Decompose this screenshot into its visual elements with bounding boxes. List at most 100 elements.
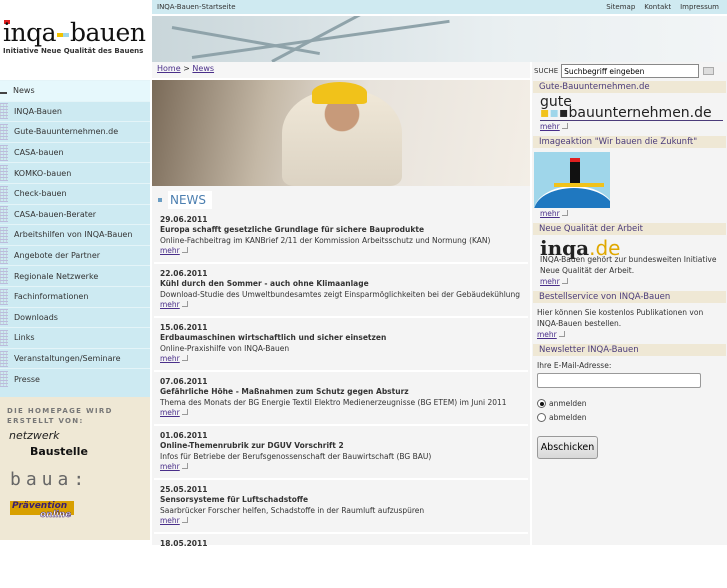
news-summary: Online-Praxishilfe von INQA-Bauen [160,344,290,353]
sidebar-item[interactable]: Fachinformationen [0,285,150,307]
sidebar-item[interactable]: Arbeitshilfen von INQA-Bauen [0,224,150,245]
sidebar-item[interactable]: News [0,80,150,101]
radio-unchecked-icon[interactable] [537,413,546,422]
arrow-icon [181,301,188,307]
subscribe-label: anmelden [549,399,587,408]
grip-icon [0,247,8,264]
partners-box: DIE HOMEPAGE WIRD ERSTELLT VON: netzwerk… [0,397,150,540]
sidebar-item[interactable]: Gute-Bauunternehmen.de [0,121,150,142]
sidebar-item-label: Links [14,333,35,343]
news-more-link[interactable]: mehr [160,462,188,471]
sidebar-item-label: News [13,86,35,96]
image-box-title: Imageaktion "Wir bauen die Zukunft" [533,136,726,148]
grip-icon [0,350,8,367]
news-item: 29.06.2011 Europa schafft gesetzliche Gr… [154,210,528,264]
sidebar-item[interactable]: Links [0,327,150,348]
sidebar-item-label: Arbeitshilfen von INQA-Bauen [14,230,133,240]
news-date: 01.06.2011 [160,431,208,440]
imageaktion-image[interactable] [534,152,610,208]
right-sidebar: SUCHE Gute-Bauunternehmen.de gute ▪▪▪bau… [532,62,727,545]
netzwerk-baustelle-logo-text[interactable]: Baustelle [30,445,88,458]
news-item: 25.05.2011 Sensorsysteme für Luftschadst… [154,480,528,534]
sidebar-item[interactable]: Regionale Netzwerke [0,265,150,286]
news-heading: NEWS [152,190,530,210]
news-more-link[interactable]: mehr [160,246,188,255]
order-more-link[interactable]: mehr [537,330,565,339]
grip-icon [0,226,8,243]
baua-logo[interactable]: baua: [10,469,89,490]
breadcrumb: Home > News [152,62,530,78]
grip-icon [0,268,8,285]
sidebar-item-label: KOMKO-bauen [14,168,72,178]
email-input[interactable] [537,373,701,388]
sidebar-item-label: Angebote der Partner [14,251,101,261]
news-date: 15.06.2011 [160,323,208,332]
grip-icon [0,165,8,182]
gute-more-link[interactable]: mehr [540,122,568,131]
sidebar-item-label: Regionale Netzwerke [14,271,99,281]
submit-button[interactable]: Abschicken [537,436,598,459]
news-more-link[interactable]: mehr [160,354,188,363]
search-bar: SUCHE [532,63,727,79]
news-item: 18.05.2011 [154,534,528,588]
logo[interactable]: inqa bauen Initiative Neue Qualität des B… [0,0,152,78]
sidebar-item[interactable]: Presse [0,368,150,389]
news-summary: Saarbrücker Forscher helfen, Schadstoffe… [160,506,425,515]
search-submit-button[interactable] [703,67,715,75]
contact-link[interactable]: Kontakt [644,0,671,14]
sidebar-item-label: CASA-bauen-Berater [14,209,97,219]
inqa-de-logo[interactable]: inqa.de [540,238,723,258]
nqa-box-title: Neue Qualität der Arbeit [533,223,726,235]
news-summary: Download-Studie des Umweltbundesamtes ze… [160,290,521,299]
radio-checked-icon[interactable] [537,399,546,408]
imprint-link[interactable]: Impressum [680,0,719,14]
arrow-icon [181,517,188,523]
sitemap-link[interactable]: Sitemap [606,0,635,14]
news-more-link[interactable]: mehr [160,516,188,525]
news-title: Erdbaumaschinen wirtschaftlich und siche… [160,333,387,342]
nqa-more-link[interactable]: mehr [540,277,568,286]
sidebar-item-label: Gute-Bauunternehmen.de [14,127,119,137]
breadcrumb-current[interactable]: News [192,64,214,73]
sidebar-item[interactable]: Downloads [0,306,150,328]
netzwerk-baustelle-logo[interactable]: netzwerk [9,429,59,442]
arrow-icon [181,409,188,415]
search-input[interactable] [561,64,700,78]
sidebar-item[interactable]: Check-bauen [0,182,150,204]
news-summary: Online-Fachbeitrag im KANBrief 2/11 der … [160,236,491,245]
sidebar-item[interactable]: Angebote der Partner [0,244,150,266]
header-banner-image [152,16,727,62]
sidebar-item[interactable]: CASA-bauen-Berater [0,203,150,225]
breadcrumb-separator: > [183,64,190,73]
home-link[interactable]: INQA-Bauen-Startseite [157,0,236,14]
news-date: 07.06.2011 [160,377,208,386]
arrow-icon [181,247,188,253]
unsubscribe-label: abmelden [549,413,587,422]
logo-tagline: Initiative Neue Qualität des Bauens [3,47,144,55]
grip-icon [0,185,8,202]
breadcrumb-home[interactable]: Home [157,64,181,73]
sidebar-item[interactable]: CASA-bauen [0,141,150,163]
news-summary: Thema des Monats der BG Energie Textil E… [160,398,507,407]
gute-bauunternehmen-logo[interactable]: gute ▪▪▪bauunternehmen.de [540,95,723,121]
sidebar-item-label: CASA-bauen [14,148,64,158]
news-more-link[interactable]: mehr [160,300,188,309]
unsubscribe-radio[interactable]: abmelden [537,412,723,423]
news-title: Kühl durch den Sommer - auch ohne Klimaa… [160,279,369,288]
news-list: 29.06.2011 Europa schafft gesetzliche Gr… [152,210,530,588]
news-date: 29.06.2011 [160,215,208,224]
news-more-link[interactable]: mehr [160,408,188,417]
news-title: Sensorsysteme für Luftschadstoffe [160,495,309,504]
praevention-online-logo-text[interactable]: online [40,510,72,521]
sidebar-item[interactable]: Veranstaltungen/Seminare [0,347,150,369]
hero-image [152,80,530,186]
logo-wordmark: inqa bauen [3,18,146,47]
sidebar-item-label: Veranstaltungen/Seminare [14,354,121,364]
subscribe-radio[interactable]: anmelden [537,398,723,409]
sidebar-item[interactable]: INQA-Bauen [0,100,150,122]
image-more-link[interactable]: mehr [540,209,568,218]
top-bar: INQA-Bauen-Startseite Sitemap Kontakt Im… [152,0,727,14]
email-label: Ihre E-Mail-Adresse: [537,361,612,370]
grip-icon [0,206,8,223]
sidebar-item[interactable]: KOMKO-bauen [0,162,150,183]
